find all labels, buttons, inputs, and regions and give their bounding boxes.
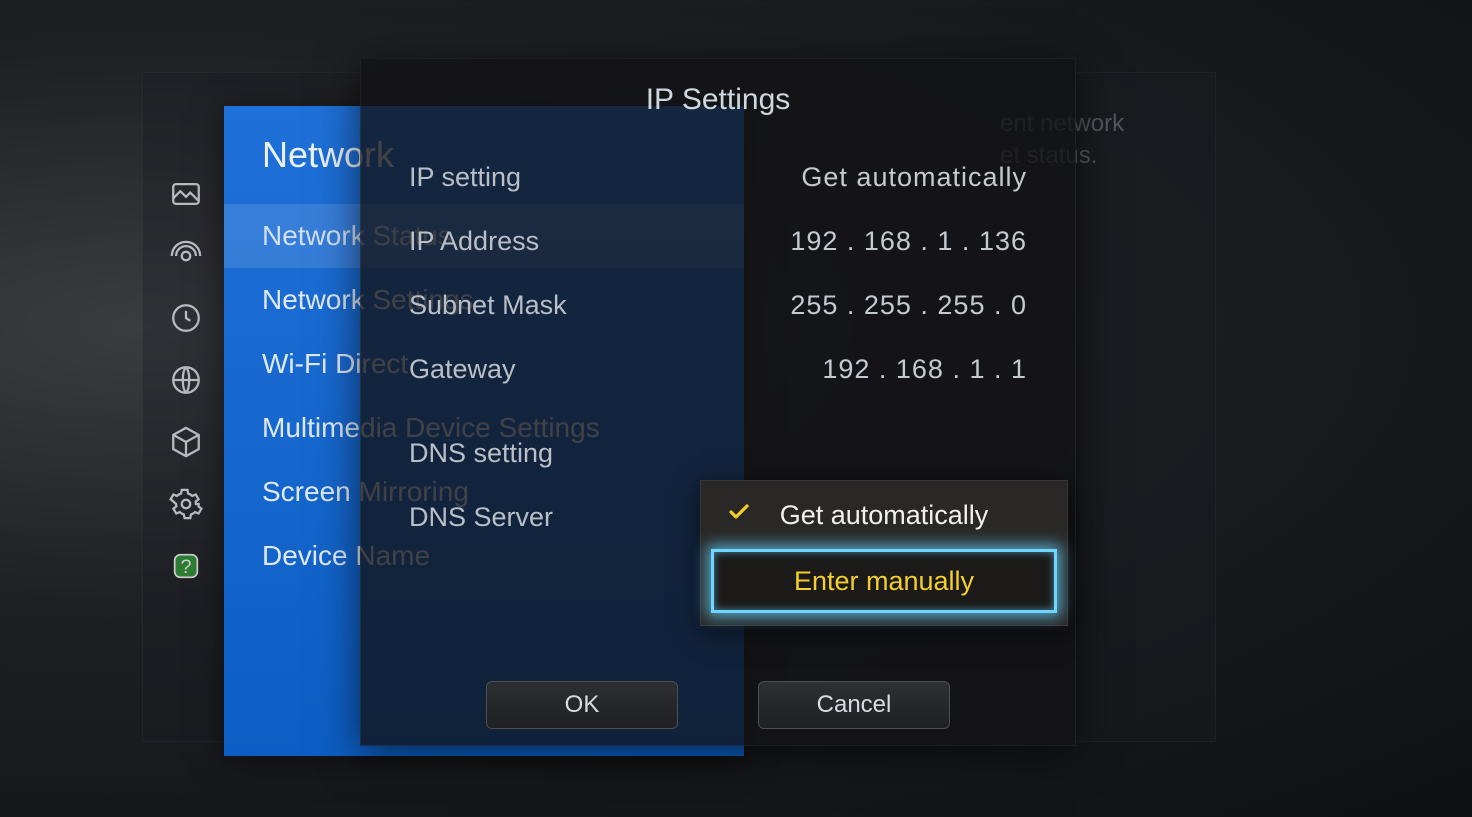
dropdown-option-get-automatically[interactable]: Get automatically (711, 486, 1057, 544)
label-dns-server: DNS Server (409, 502, 553, 533)
row-dns-setting[interactable]: DNS setting (361, 421, 1075, 485)
ip-settings-dialog: IP Settings IP setting Get automatically… (360, 58, 1076, 746)
value-ip-address: 192 . 168 . 1 . 136 (790, 226, 1027, 257)
clock-icon[interactable] (164, 296, 208, 340)
broadcast-icon[interactable] (164, 234, 208, 278)
dropdown-option-label: Get automatically (780, 500, 989, 531)
value-gateway: 192 . 168 . 1 . 1 (822, 354, 1027, 385)
svg-text:?: ? (180, 556, 191, 578)
cube-icon[interactable] (164, 420, 208, 464)
row-ip-address[interactable]: IP Address 192 . 168 . 1 . 136 (361, 209, 1075, 273)
value-ip-setting: Get automatically (801, 162, 1027, 193)
dialog-button-row: OK Cancel (361, 681, 1075, 729)
ok-button[interactable]: OK (486, 681, 678, 729)
value-subnet-mask: 255 . 255 . 255 . 0 (790, 290, 1027, 321)
globe-icon[interactable] (164, 358, 208, 402)
cancel-button[interactable]: Cancel (758, 681, 950, 729)
label-ip-setting: IP setting (409, 162, 521, 193)
row-gateway[interactable]: Gateway 192 . 168 . 1 . 1 (361, 337, 1075, 401)
gear-icon[interactable] (164, 482, 208, 526)
label-subnet-mask: Subnet Mask (409, 290, 567, 321)
help-icon[interactable]: ? (164, 544, 208, 588)
label-ip-address: IP Address (409, 226, 539, 257)
label-gateway: Gateway (409, 354, 516, 385)
row-ip-setting[interactable]: IP setting Get automatically (361, 145, 1075, 209)
label-dns-setting: DNS setting (409, 438, 553, 469)
dns-setting-dropdown: Get automatically Enter manually (700, 480, 1068, 626)
row-subnet-mask[interactable]: Subnet Mask 255 . 255 . 255 . 0 (361, 273, 1075, 337)
picture-icon[interactable] (164, 172, 208, 216)
sidebar-icon-strip: ? (156, 154, 216, 606)
dialog-title: IP Settings (361, 83, 1075, 117)
dropdown-option-label: Enter manually (794, 566, 974, 597)
check-icon (727, 500, 751, 531)
dropdown-option-enter-manually[interactable]: Enter manually (711, 549, 1057, 613)
